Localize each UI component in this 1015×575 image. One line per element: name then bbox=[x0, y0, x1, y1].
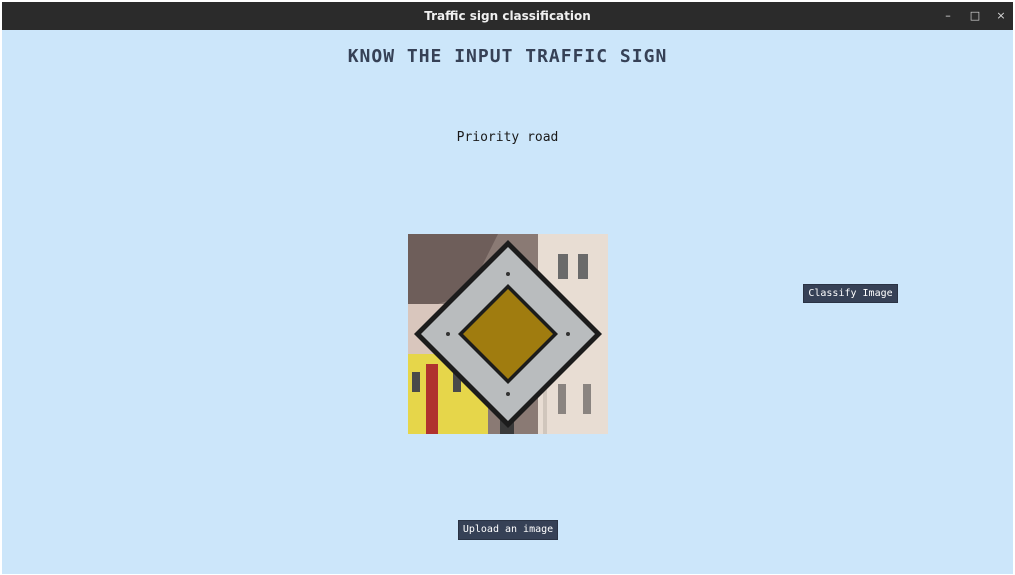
page-heading: KNOW THE INPUT TRAFFIC SIGN bbox=[347, 46, 668, 67]
uploaded-sign-image bbox=[408, 234, 608, 434]
maximize-icon[interactable]: □ bbox=[965, 6, 985, 26]
close-icon[interactable]: × bbox=[991, 6, 1011, 26]
window-title: Traffic sign classification bbox=[424, 9, 591, 23]
title-bar[interactable]: Traffic sign classification – □ × bbox=[2, 2, 1013, 30]
priority-road-sign-photo-icon bbox=[408, 234, 608, 434]
classify-image-button[interactable]: Classify Image bbox=[803, 284, 898, 303]
minimize-icon[interactable]: – bbox=[938, 6, 958, 26]
classification-result: Priority road bbox=[456, 130, 559, 145]
app-window: Traffic sign classification – □ × KNOW T… bbox=[2, 2, 1013, 574]
upload-image-button[interactable]: Upload an image bbox=[458, 520, 558, 540]
